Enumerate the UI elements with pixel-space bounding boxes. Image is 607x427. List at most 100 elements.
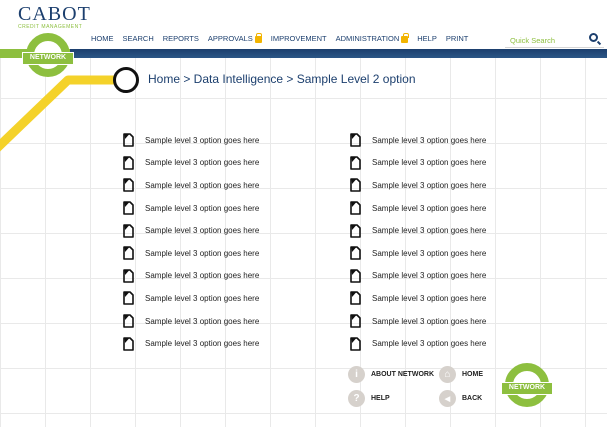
- document-icon: [123, 201, 134, 215]
- brand-name: CABOT: [18, 3, 91, 25]
- nav-label: APPROVALS: [207, 34, 253, 43]
- item-label: Sample level 3 option goes here: [145, 339, 260, 349]
- lock-icon: [401, 33, 409, 43]
- nav-label: ADMINISTRATION: [335, 34, 400, 43]
- nav-label: IMPROVEMENT: [270, 34, 327, 43]
- item-label: Sample level 3 option goes here: [372, 339, 487, 349]
- list-item[interactable]: Sample level 3 option goes here: [123, 219, 259, 242]
- list-item[interactable]: Sample level 3 option goes here: [350, 219, 486, 242]
- list-item[interactable]: Sample level 3 option goes here: [123, 287, 259, 310]
- nav-home[interactable]: HOME: [91, 34, 114, 43]
- list-item[interactable]: Sample level 3 option goes here: [123, 265, 259, 288]
- left-option-list: Sample level 3 option goes here Sample l…: [123, 129, 259, 355]
- item-label: Sample level 3 option goes here: [372, 135, 487, 145]
- document-icon: [123, 314, 134, 328]
- help-link[interactable]: ? HELP: [348, 390, 390, 407]
- list-item[interactable]: Sample level 3 option goes here: [350, 265, 486, 288]
- back-label: BACK: [462, 395, 483, 402]
- list-item[interactable]: Sample level 3 option goes here: [350, 287, 486, 310]
- list-item[interactable]: Sample level 3 option goes here: [123, 332, 259, 355]
- document-icon: [350, 246, 361, 261]
- info-icon: i: [348, 366, 365, 383]
- quick-search: [505, 30, 604, 49]
- document-icon: [123, 336, 134, 351]
- home-label: HOME: [462, 371, 483, 378]
- list-item[interactable]: Sample level 3 option goes here: [350, 129, 486, 152]
- item-label: Sample level 3 option goes here: [145, 226, 260, 236]
- list-item[interactable]: Sample level 3 option goes here: [350, 174, 486, 197]
- list-item[interactable]: Sample level 3 option goes here: [123, 129, 259, 152]
- item-label: Sample level 3 option goes here: [145, 135, 260, 145]
- document-icon: [123, 156, 134, 170]
- help-label: HELP: [371, 395, 390, 402]
- about-network-label: ABOUT NETWORK: [371, 371, 434, 378]
- nav-approvals[interactable]: APPROVALS: [207, 33, 263, 43]
- list-item[interactable]: Sample level 3 option goes here: [350, 242, 486, 265]
- item-label: Sample level 3 option goes here: [372, 248, 487, 258]
- question-icon: ?: [348, 390, 365, 407]
- list-item[interactable]: Sample level 3 option goes here: [350, 332, 486, 355]
- network-roundel-bottom[interactable]: NETWORK: [501, 363, 553, 407]
- nav-label: SEARCH: [122, 34, 154, 43]
- item-label: Sample level 3 option goes here: [145, 158, 260, 168]
- list-item[interactable]: Sample level 3 option goes here: [350, 310, 486, 333]
- document-icon: [350, 178, 361, 193]
- document-icon: [123, 223, 134, 238]
- right-option-list: Sample level 3 option goes here Sample l…: [350, 129, 486, 355]
- back-link[interactable]: ◀ BACK: [439, 390, 482, 407]
- item-label: Sample level 3 option goes here: [145, 316, 260, 326]
- nav-label: HELP: [417, 34, 437, 43]
- nav-search[interactable]: SEARCH: [123, 34, 154, 43]
- document-icon: [123, 291, 134, 306]
- list-item[interactable]: Sample level 3 option goes here: [123, 242, 259, 265]
- list-item[interactable]: Sample level 3 option goes here: [123, 174, 259, 197]
- lock-icon: [254, 33, 263, 43]
- home-icon: ⌂: [439, 366, 456, 383]
- document-icon: [123, 246, 134, 261]
- document-icon: [123, 178, 134, 193]
- breadcrumb: Home > Data Intelligence > Sample Level …: [148, 72, 416, 86]
- list-item[interactable]: Sample level 3 option goes here: [350, 152, 486, 175]
- item-label: Sample level 3 option goes here: [145, 180, 260, 190]
- item-label: Sample level 3 option goes here: [145, 271, 260, 281]
- brand-logo[interactable]: CABOT CREDIT MANAGEMENT: [18, 4, 91, 30]
- header: CABOT CREDIT MANAGEMENT HOME SEARCH REPO…: [0, 0, 607, 52]
- nav-print[interactable]: PRINT: [446, 34, 469, 43]
- document-icon: [350, 314, 361, 328]
- nav-improvement[interactable]: IMPROVEMENT: [271, 34, 327, 43]
- main-nav: HOME SEARCH REPORTS APPROVALS IMPROVEMEN…: [91, 33, 477, 43]
- about-network-link[interactable]: i ABOUT NETWORK: [348, 366, 434, 383]
- network-roundel-top[interactable]: NETWORK: [22, 33, 74, 77]
- document-icon: [350, 336, 361, 351]
- nav-reports[interactable]: REPORTS: [163, 34, 199, 43]
- network-label: NETWORK: [22, 52, 74, 65]
- document-icon: [123, 133, 134, 148]
- list-item[interactable]: Sample level 3 option goes here: [350, 197, 486, 220]
- list-item[interactable]: Sample level 3 option goes here: [123, 197, 259, 220]
- document-icon: [350, 269, 361, 283]
- search-input[interactable]: [505, 32, 581, 49]
- search-icon[interactable]: [589, 33, 598, 42]
- header-bar-blue: [70, 49, 607, 58]
- document-icon: [350, 223, 361, 238]
- document-icon: [350, 133, 361, 148]
- item-label: Sample level 3 option goes here: [372, 226, 487, 236]
- document-icon: [350, 201, 361, 215]
- item-label: Sample level 3 option goes here: [145, 203, 260, 213]
- item-label: Sample level 3 option goes here: [372, 203, 487, 213]
- station-marker: [113, 67, 139, 93]
- nav-label: PRINT: [445, 34, 469, 43]
- item-label: Sample level 3 option goes here: [372, 180, 487, 190]
- nav-help[interactable]: HELP: [417, 34, 437, 43]
- nav-label: HOME: [91, 34, 114, 43]
- item-label: Sample level 3 option goes here: [145, 248, 260, 258]
- list-item[interactable]: Sample level 3 option goes here: [123, 152, 259, 175]
- home-link[interactable]: ⌂ HOME: [439, 366, 483, 383]
- network-label: NETWORK: [501, 382, 553, 395]
- list-item[interactable]: Sample level 3 option goes here: [123, 310, 259, 333]
- item-label: Sample level 3 option goes here: [372, 271, 487, 281]
- brand-tagline: CREDIT MANAGEMENT: [18, 24, 83, 30]
- document-icon: [350, 156, 361, 170]
- item-label: Sample level 3 option goes here: [372, 158, 487, 168]
- nav-administration[interactable]: ADMINISTRATION: [335, 33, 409, 43]
